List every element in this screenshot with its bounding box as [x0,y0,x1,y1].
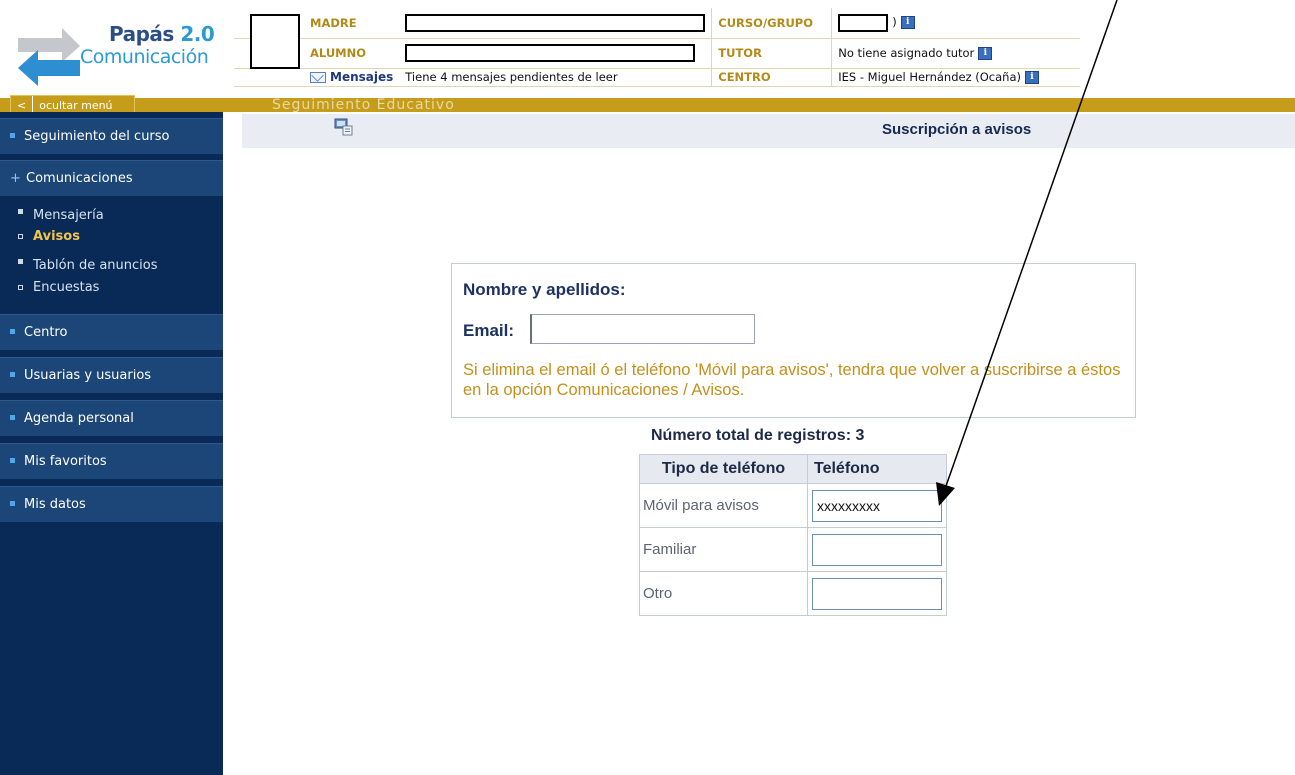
column-header: Teléfono [807,454,947,484]
section-banner: Seguimiento Educativo [272,97,455,113]
logo-arrows-icon [18,28,80,86]
expand-icon: + [10,171,21,186]
sidebar-item-usuarios[interactable]: Usuarias y usuarios [0,357,223,393]
info-icon[interactable]: i [900,16,915,30]
sidebar-item-comunicaciones[interactable]: + Comunicaciones [0,160,223,196]
records-count: Número total de registros: 3 [651,427,865,444]
centro-label: CENTRO [711,68,832,87]
phone-input-familiar[interactable] [812,533,942,566]
bullet-icon [10,372,15,377]
phone-type: Otro [639,571,808,616]
phone-type: Móvil para avisos [639,483,808,528]
logo-subtitle: Comunicación [80,46,209,68]
sidebar-subitem-avisos[interactable]: Avisos [18,229,80,244]
bullet-icon [10,133,15,138]
sidebar-item-centro[interactable]: Centro [0,314,223,350]
column-header: Tipo de teléfono [639,454,808,484]
bullet-icon [18,234,23,239]
bullet-icon [10,458,15,463]
page-title-bar: Suscripción a avisos [242,114,1295,148]
warning-text: Si elimina el email ó el teléfono 'Móvil… [463,361,1121,399]
sidebar-item-seguimiento[interactable]: Seguimiento del curso [0,118,223,154]
bullet-icon [10,329,15,334]
mensajes-link[interactable]: Mensajes [330,70,393,84]
phones-table: Tipo de teléfono Teléfono Móvil para avi… [639,454,947,616]
student-photo-redacted [250,14,300,69]
info-icon[interactable]: i [1025,71,1039,84]
sidebar-subitem-mensajeria[interactable]: Mensajería [18,208,104,223]
sidebar-subitem-tablon[interactable]: Tablón de anuncios [18,258,158,273]
sidebar-item-favoritos[interactable]: Mis favoritos [0,443,223,479]
phone-input-movil[interactable] [812,489,942,522]
bullet-icon [10,415,15,420]
curso-grupo-label: CURSO/GRUPO [711,8,832,39]
sidebar-item-mis-datos[interactable]: Mis datos [0,486,223,522]
tutor-label: TUTOR [711,38,832,69]
table-row: Familiar [639,527,947,572]
name-label: Nombre y apellidos: [463,280,626,299]
sidebar-subitem-encuestas[interactable]: Encuestas [18,280,99,295]
envelope-icon [310,72,326,83]
sidebar-item-agenda[interactable]: Agenda personal [0,400,223,436]
madre-redacted [405,13,706,32]
mensajes-status[interactable]: Tiene 4 mensajes pendientes de leer [399,68,712,87]
section-bar: Seguimiento Educativo [0,98,1295,112]
table-row: Otro [639,571,947,616]
computer-icon [334,118,353,136]
phone-input-otro[interactable] [812,577,942,610]
user-info-table: MADRE CURSO/GRUPO ) i ALUMNO TUTOR No tie… [234,8,1080,87]
email-label: Email: [463,321,515,340]
bullet-icon [18,209,23,214]
email-field[interactable] [530,314,755,344]
bullet-icon [18,259,23,264]
bullet-icon [18,285,23,290]
madre-label: MADRE [304,8,400,39]
hide-menu-label: ocultar menú [39,99,113,112]
curso-redacted [838,13,889,32]
info-icon[interactable]: i [978,47,993,60]
centro-value: IES - Miguel Hernández (Ocaña) [838,70,1021,84]
tutor-value: No tiene asignado tutor [838,46,975,60]
alumno-label: ALUMNO [304,38,400,69]
alumno-redacted [405,44,696,62]
logo-title: Papás 2.0 [109,22,215,46]
phone-type: Familiar [639,527,808,572]
app-logo[interactable]: Papás 2.0 Comunicación [14,8,224,88]
page-title: Suscripción a avisos [882,121,1032,138]
table-row: Móvil para avisos [639,483,947,528]
bullet-icon [10,501,15,506]
subscription-form: Nombre y apellidos: Email: Si elimina el… [451,263,1136,418]
